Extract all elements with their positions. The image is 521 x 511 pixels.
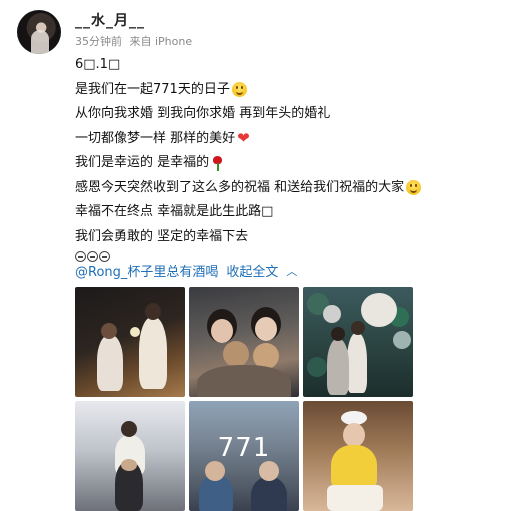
smile-emoji-icon [231, 82, 247, 98]
photo-771[interactable]: 771 [189, 401, 299, 511]
collapse-button[interactable]: 收起全文 [226, 261, 278, 280]
post-line: 幸福不在终点 幸福就是此生此路□ [75, 204, 274, 219]
photo-cake[interactable] [303, 401, 413, 511]
post-meta: 35分钟前 来自 iPhone [75, 33, 196, 49]
post-line: 我们是幸运的 是幸福的 [75, 151, 505, 176]
heart-emoji-icon: ❤ [237, 129, 250, 148]
avatar[interactable] [17, 10, 61, 54]
photo-proposal[interactable] [75, 287, 185, 397]
post-time[interactable]: 35分钟前 [75, 35, 122, 48]
mention-row: @Rong_杯子里总有酒喝 收起全文 ︿ [75, 261, 297, 281]
post-line: 6□.1□ [75, 57, 121, 72]
post-line: 我们会勇敢的 坚定的幸福下去 [75, 228, 249, 244]
photo-771-text: 771 [217, 433, 271, 463]
post-line: 一切都像梦一样 那样的美好 ❤ [75, 129, 250, 148]
photo-cats[interactable] [189, 287, 299, 397]
post-source: 来自 iPhone [129, 35, 193, 48]
photo-balloons[interactable] [303, 287, 413, 397]
post-line: 感恩今天突然收到了这么多的祝福 和送给我们祝福的大家 [75, 176, 505, 201]
chevron-up-icon[interactable]: ︿ [286, 263, 297, 279]
post-line: 从你向我求婚 到我向你求婚 再到年头的婚礼 [75, 106, 331, 121]
username[interactable]: __水_月__ [75, 10, 145, 30]
post-line: 是我们在一起771天的日子 [75, 78, 505, 103]
rose-emoji-icon [212, 155, 223, 171]
photo-piggyback[interactable] [75, 401, 185, 511]
post-text: 6□.1□ 是我们在一起771天的日子 从你向我求婚 到我向你求婚 再到年头的婚… [75, 53, 505, 262]
smile-emoji-icon [406, 180, 422, 196]
mention-link[interactable]: @Rong_杯子里总有酒喝 [75, 261, 218, 280]
